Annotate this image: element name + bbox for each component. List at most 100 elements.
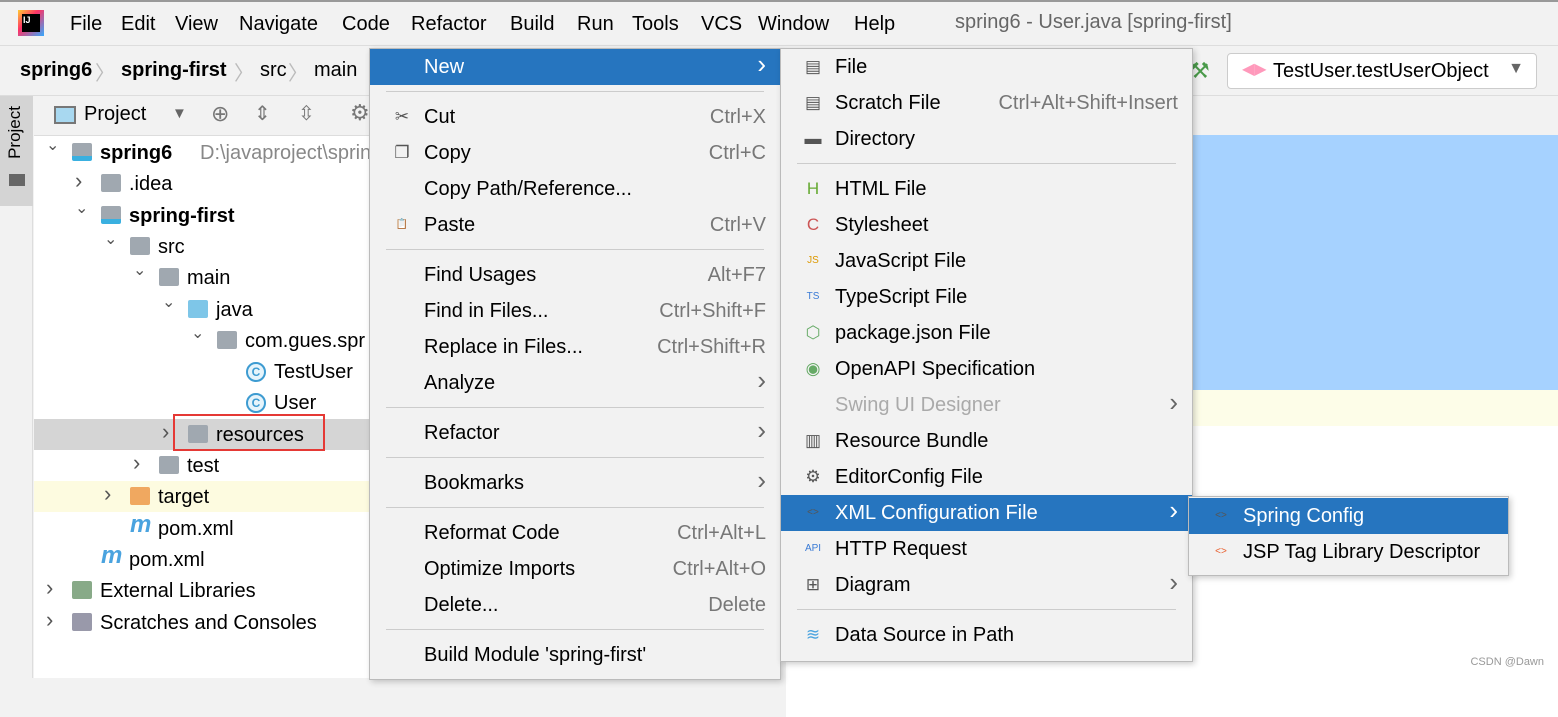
tree-item-src[interactable]: ⌄ src — [34, 231, 369, 262]
chevron-right-icon[interactable]: › — [75, 168, 82, 194]
tree-item-label: User — [274, 392, 317, 415]
tree-item-label: Scratches and Consoles — [100, 611, 317, 634]
module-icon — [101, 205, 121, 224]
tree-item-test[interactable]: › test — [34, 450, 369, 481]
menu-item-spring-config[interactable]: <> Spring Config — [1189, 498, 1508, 534]
menu-item-paste[interactable]: 📋 Paste Ctrl+V — [370, 207, 780, 243]
menu-tools[interactable]: Tools — [632, 13, 679, 36]
tree-item-spring6[interactable]: ⌄ spring6 D:\javaproject\sprin — [34, 135, 371, 168]
chevron-right-icon[interactable]: › — [133, 450, 140, 476]
menu-item-bookmarks[interactable]: Bookmarks › — [370, 465, 780, 501]
menu-item-replace-in-files[interactable]: Replace in Files... Ctrl+Shift+R — [370, 329, 780, 365]
chevron-down-icon[interactable]: ⌄ — [133, 260, 146, 280]
menu-item-package-json-file[interactable]: ⬡ package.json File — [781, 315, 1192, 351]
menu-item-shortcut: Ctrl+Alt+L — [677, 522, 766, 544]
menu-item-jsp-tag-library-descriptor[interactable]: <> JSP Tag Library Descriptor — [1189, 534, 1508, 570]
chevron-down-icon[interactable]: ⌄ — [75, 198, 88, 218]
menu-item-delete[interactable]: Delete... Delete — [370, 587, 780, 623]
breadcrumb-item[interactable]: spring6 — [20, 59, 92, 82]
chevron-down-icon[interactable]: ⌄ — [162, 292, 175, 312]
menu-file[interactable]: File — [70, 13, 102, 36]
menu-help[interactable]: Help — [854, 13, 895, 36]
tree-item-idea[interactable]: › .idea — [34, 168, 369, 199]
menu-run[interactable]: Run — [577, 13, 614, 36]
menu-item-resource-bundle[interactable]: ▥ Resource Bundle — [781, 423, 1192, 459]
menu-item-typescript-file[interactable]: TS TypeScript File — [781, 279, 1192, 315]
chevron-down-icon[interactable]: ⌄ — [46, 135, 59, 155]
tree-item-java[interactable]: ⌄ java — [34, 294, 369, 325]
tree-item-main[interactable]: ⌄ main — [34, 262, 369, 293]
menu-item-javascript-file[interactable]: JS JavaScript File — [781, 243, 1192, 279]
menu-item-editorconfig-file[interactable]: ⚙ EditorConfig File — [781, 459, 1192, 495]
project-tool-tab[interactable]: Project — [0, 96, 33, 206]
maven-icon: m — [130, 510, 152, 538]
tree-item-pom-xml[interactable]: m pom.xml — [34, 542, 369, 575]
menu-item-optimize-imports[interactable]: Optimize Imports Ctrl+Alt+O — [370, 551, 780, 587]
menu-edit[interactable]: Edit — [121, 13, 155, 36]
tree-item-pom-xml[interactable]: m pom.xml — [34, 510, 369, 544]
tree-item-spring-first[interactable]: ⌄ spring-first — [34, 200, 369, 231]
menu-item-copy[interactable]: ❐ Copy Ctrl+C — [370, 135, 780, 171]
menu-code[interactable]: Code — [342, 13, 390, 36]
project-view-select[interactable]: Project — [84, 103, 146, 126]
menu-item-scratch-file[interactable]: ▤ Scratch File Ctrl+Alt+Shift+Insert — [781, 85, 1192, 121]
chevron-right-icon[interactable]: › — [104, 481, 111, 507]
breadcrumb-separator-icon: 〉 — [234, 63, 254, 85]
menu-item-openapi-specification[interactable]: ◉ OpenAPI Specification — [781, 351, 1192, 387]
menu-view[interactable]: View — [175, 13, 218, 36]
menu-item-http-request[interactable]: API HTTP Request — [781, 531, 1192, 567]
chevron-down-icon[interactable]: ▼ — [172, 105, 187, 122]
locate-icon[interactable]: ⊕ — [211, 101, 229, 127]
chevron-right-icon[interactable]: › — [162, 419, 169, 445]
menu-item-label: Spring Config — [1243, 505, 1365, 527]
menu-item-directory[interactable]: ▬ Directory — [781, 121, 1192, 157]
menu-window[interactable]: Window — [758, 13, 829, 36]
chevron-right-icon[interactable]: › — [46, 607, 53, 633]
folder-icon: ▬ — [804, 129, 822, 148]
gear-icon[interactable]: ⚙ — [350, 100, 370, 126]
scratch-icon: ▤ — [804, 93, 822, 112]
menu-item-diagram[interactable]: ⊞ Diagram › — [781, 567, 1192, 603]
tree-item-com-gues-spr[interactable]: ⌄ com.gues.spr — [34, 325, 369, 356]
menu-item-reformat-code[interactable]: Reformat Code Ctrl+Alt+L — [370, 515, 780, 551]
menu-refactor[interactable]: Refactor — [411, 13, 487, 36]
menu-item-swing-ui-designer[interactable]: Swing UI Designer › — [781, 387, 1192, 423]
chevron-down-icon[interactable]: ⌄ — [191, 323, 204, 343]
chevron-down-icon[interactable]: ⌄ — [104, 229, 117, 249]
menu-item-build-module-spring-first[interactable]: Build Module 'spring-first' — [370, 637, 780, 673]
menu-separator — [370, 501, 780, 515]
breadcrumb-item[interactable]: src — [260, 59, 287, 82]
tree-item-resources[interactable]: › resources — [34, 413, 369, 451]
breadcrumb-item[interactable]: spring-first — [121, 59, 227, 82]
expand-all-icon[interactable]: ⇕ — [254, 101, 271, 126]
collapse-all-icon[interactable]: ⇳ — [298, 101, 315, 126]
run-configuration-select[interactable]: ◀▶ TestUser.testUserObject ▼ — [1227, 53, 1537, 89]
menu-item-find-in-files[interactable]: Find in Files... Ctrl+Shift+F — [370, 293, 780, 329]
tree-item-external-libraries[interactable]: › External Libraries — [34, 575, 369, 606]
breadcrumb-item[interactable]: main — [314, 59, 357, 82]
tree-item-scratches-and-consoles[interactable]: › Scratches and Consoles — [34, 607, 369, 638]
menu-item-shortcut: Alt+F7 — [707, 264, 766, 286]
menu-vcs[interactable]: VCS — [701, 13, 742, 36]
menu-item-stylesheet[interactable]: C Stylesheet — [781, 207, 1192, 243]
menu-item-new[interactable]: New › — [370, 49, 780, 85]
menu-item-html-file[interactable]: H HTML File — [781, 171, 1192, 207]
menu-item-label: Refactor — [424, 422, 500, 444]
js-icon: JS — [807, 255, 819, 266]
menu-item-copy-path-reference[interactable]: Copy Path/Reference... — [370, 171, 780, 207]
xml-config-submenu: <> Spring Config <> JSP Tag Library Descrip… — [1188, 496, 1509, 576]
tree-item-target[interactable]: › target — [34, 481, 369, 513]
menu-navigate[interactable]: Navigate — [239, 13, 318, 36]
menu-item-data-source-in-path[interactable]: ≋ Data Source in Path — [781, 617, 1192, 653]
menu-item-analyze[interactable]: Analyze › — [370, 365, 780, 401]
menu-item-cut[interactable]: ✂ Cut Ctrl+X — [370, 99, 780, 135]
menu-item-refactor[interactable]: Refactor › — [370, 415, 780, 451]
chevron-right-icon[interactable]: › — [46, 575, 53, 601]
menu-item-find-usages[interactable]: Find Usages Alt+F7 — [370, 257, 780, 293]
openapi-icon: ◉ — [805, 359, 821, 378]
menu-item-xml-configuration-file[interactable]: <> XML Configuration File › — [781, 495, 1192, 531]
tree-item-testuser[interactable]: C TestUser — [34, 356, 369, 387]
menu-item-label: Data Source in Path — [835, 624, 1014, 646]
menu-build[interactable]: Build — [510, 13, 554, 36]
menu-item-file[interactable]: ▤ File — [781, 49, 1192, 85]
